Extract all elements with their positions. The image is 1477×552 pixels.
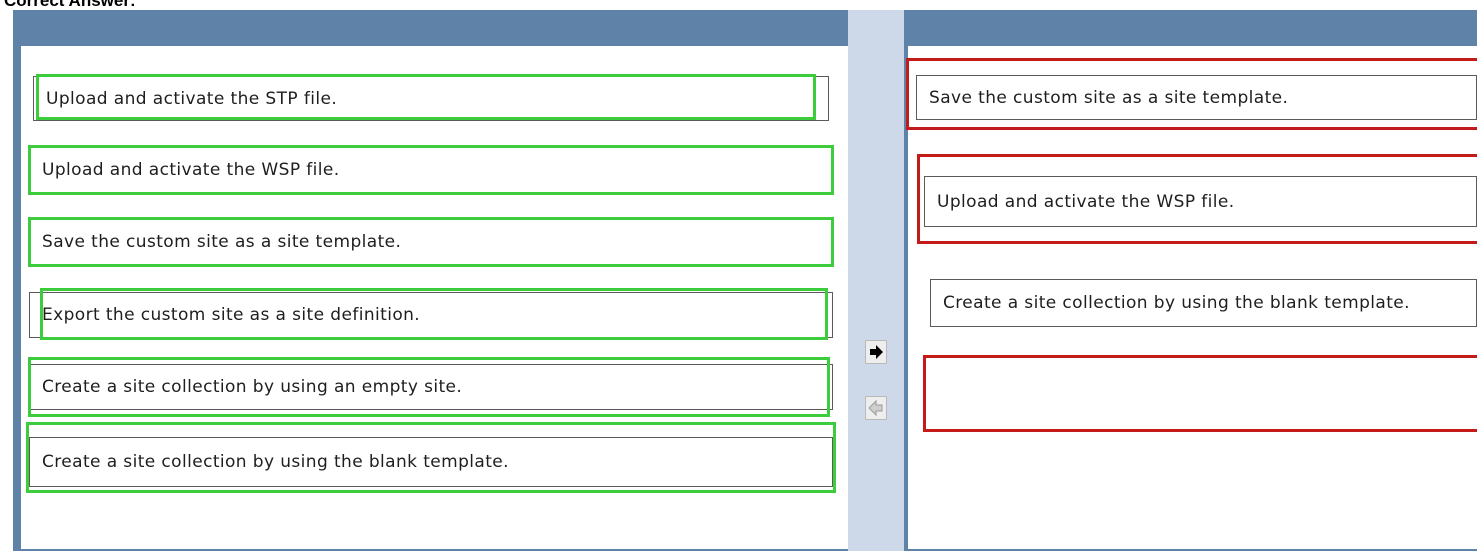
- arrow-right-icon: [870, 345, 883, 359]
- source-item-label: Save the custom site as a site template.: [42, 232, 402, 252]
- source-item-label: Create a site collection by using an emp…: [42, 377, 463, 397]
- source-item[interactable]: Save the custom site as a site template.: [29, 219, 833, 265]
- move-controls: [848, 10, 904, 551]
- source-item-label: Export the custom site as a site definit…: [42, 305, 421, 325]
- source-item[interactable]: Create a site collection by using an emp…: [29, 364, 833, 410]
- source-item[interactable]: Upload and activate the WSP file.: [29, 147, 833, 193]
- source-item[interactable]: Create a site collection by using the bl…: [29, 437, 833, 487]
- source-item-label: Create a site collection by using the bl…: [42, 452, 509, 472]
- answer-slot[interactable]: Save the custom site as a site template.: [916, 75, 1477, 120]
- answer-slot[interactable]: Create a site collection by using the bl…: [930, 279, 1477, 327]
- answer-slot[interactable]: Upload and activate the WSP file.: [924, 176, 1477, 227]
- answer-slot-label: Save the custom site as a site template.: [929, 87, 1289, 108]
- answer-slot[interactable]: [930, 357, 1477, 415]
- move-left-button[interactable]: [865, 396, 887, 420]
- answer-panel-header: [908, 10, 1477, 46]
- source-item-label: Upload and activate the STP file.: [46, 88, 338, 109]
- answer-slot-label: Create a site collection by using the bl…: [943, 293, 1410, 313]
- source-item-label: Upload and activate the WSP file.: [42, 160, 340, 180]
- move-right-button[interactable]: [865, 340, 887, 364]
- source-item[interactable]: Export the custom site as a site definit…: [29, 292, 833, 338]
- source-panel-header: [21, 10, 848, 46]
- arrow-left-icon: [868, 400, 883, 416]
- source-item[interactable]: Upload and activate the STP file.: [33, 76, 829, 121]
- answer-slot-label: Upload and activate the WSP file.: [937, 191, 1235, 212]
